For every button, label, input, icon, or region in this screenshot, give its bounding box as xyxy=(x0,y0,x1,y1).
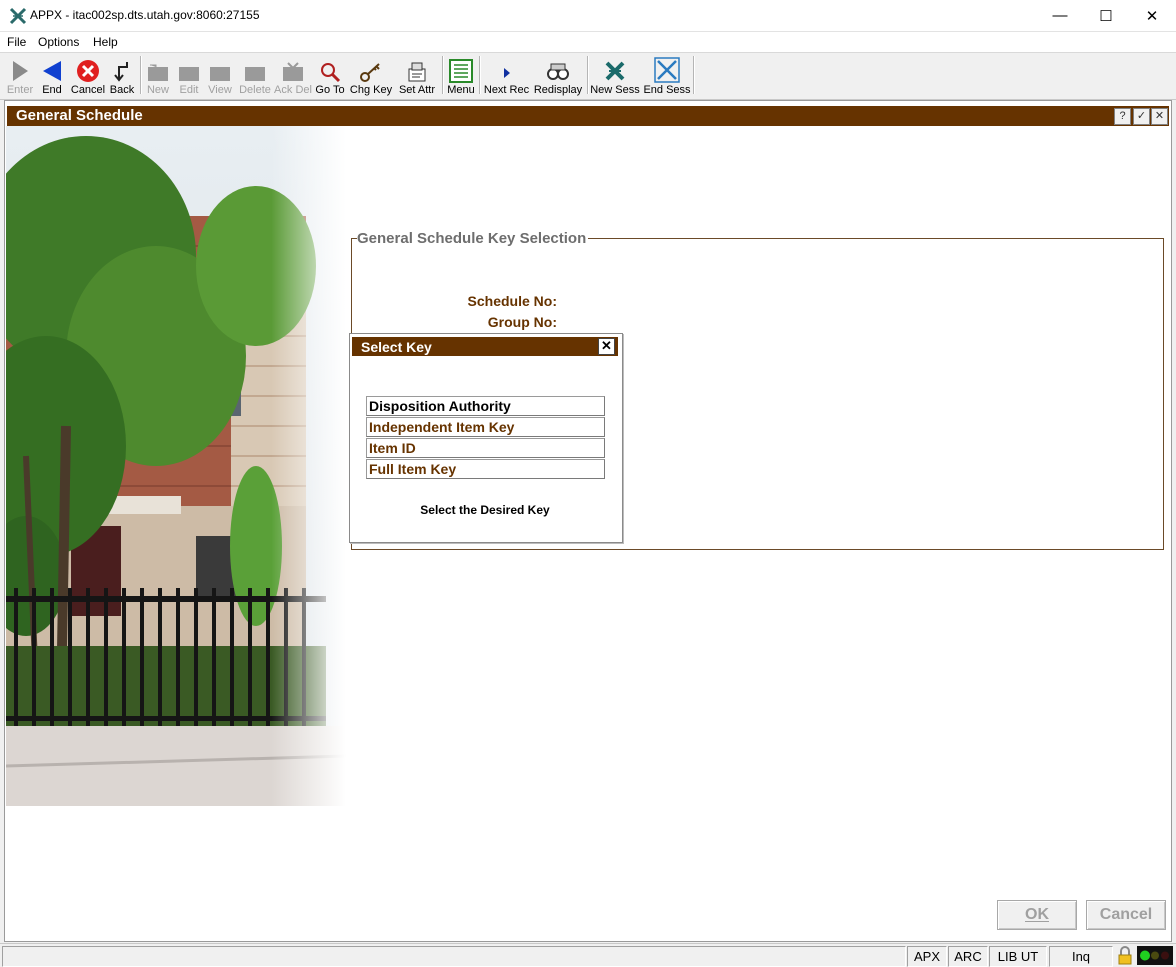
toolbar-separator xyxy=(693,56,695,94)
dialog-title: Select Key xyxy=(361,339,432,355)
maximize-button[interactable]: ☐ xyxy=(1083,0,1129,31)
menu-options[interactable]: Options xyxy=(38,35,79,49)
window-title: APPX - itac002sp.dts.utah.gov:8060:27155 xyxy=(30,8,260,22)
toolbar-separator xyxy=(479,56,481,94)
end-session-icon xyxy=(654,57,680,83)
option-disposition-authority[interactable]: Disposition Authority xyxy=(366,396,605,416)
option-full-item-key[interactable]: Full Item Key xyxy=(366,459,605,479)
new-session-icon xyxy=(605,61,625,81)
back-arrow-icon xyxy=(43,61,61,81)
lock-icon xyxy=(1118,946,1132,965)
play-arrow-icon xyxy=(13,61,28,81)
delete-folder-icon xyxy=(245,67,265,81)
new-sess-button[interactable]: New Sess xyxy=(590,54,640,96)
screen-title: General Schedule xyxy=(16,107,143,124)
edit-button[interactable]: Edit xyxy=(176,54,202,96)
connection-light-icon xyxy=(1137,946,1173,965)
appx-logo-icon xyxy=(9,7,27,25)
new-button[interactable]: New xyxy=(145,54,171,96)
view-button[interactable]: View xyxy=(207,54,233,96)
end-button[interactable]: End xyxy=(38,54,66,96)
menu-list-icon xyxy=(449,59,473,83)
redisplay-button[interactable]: Redisplay xyxy=(534,54,582,96)
screen-header-bar xyxy=(7,106,1169,126)
end-sess-button[interactable]: End Sess xyxy=(643,54,691,96)
minimize-button[interactable]: — xyxy=(1037,0,1083,31)
group-no-label: Group No: xyxy=(487,314,557,330)
enter-button[interactable]: Enter xyxy=(5,54,35,96)
status-arc: ARC xyxy=(948,946,988,967)
building-photo xyxy=(6,126,346,806)
groupbox-title: General Schedule Key Selection xyxy=(357,230,589,247)
status-message-area xyxy=(2,946,906,967)
menu-file[interactable]: File xyxy=(7,35,26,49)
view-folder-icon xyxy=(210,67,230,81)
redisplay-binoculars-icon xyxy=(547,63,569,80)
option-independent-item-key[interactable]: Independent Item Key xyxy=(366,417,605,437)
new-folder-icon xyxy=(148,64,168,81)
toolbar-separator xyxy=(140,56,142,94)
next-arrow-icon xyxy=(503,68,510,78)
accept-button[interactable]: ✓ xyxy=(1133,108,1150,125)
help-button[interactable]: ? xyxy=(1114,108,1131,125)
ack-delete-icon xyxy=(283,62,303,81)
edit-folder-icon xyxy=(179,67,199,81)
toolbar-separator xyxy=(587,56,589,94)
dialog-hint-text: Select the Desired Key xyxy=(420,503,550,517)
close-window-button[interactable]: ✕ xyxy=(1129,0,1175,31)
status-lib: LIB UT xyxy=(989,946,1047,967)
chg-key-button[interactable]: Chg Key xyxy=(350,54,392,96)
ok-button[interactable]: OK xyxy=(997,900,1077,930)
key-icon xyxy=(360,63,380,82)
cancel-button-toolbar[interactable]: Cancel xyxy=(70,54,106,96)
status-apx: APX xyxy=(907,946,947,967)
menu-help[interactable]: Help xyxy=(93,35,118,49)
ack-del-button[interactable]: Ack Del xyxy=(274,54,312,96)
menu-button[interactable]: Menu xyxy=(446,54,476,96)
back-button[interactable]: Back xyxy=(108,54,136,96)
magnifier-icon xyxy=(321,63,341,83)
menu-bar xyxy=(0,32,1176,52)
set-attr-button[interactable]: Set Attr xyxy=(396,54,438,96)
dialog-close-button[interactable]: ✕ xyxy=(598,338,615,355)
next-rec-button[interactable]: Next Rec xyxy=(483,54,530,96)
close-screen-button[interactable]: ✕ xyxy=(1151,108,1168,125)
delete-button[interactable]: Delete xyxy=(237,54,273,96)
cancel-button[interactable]: Cancel xyxy=(1086,900,1166,930)
return-arrow-icon xyxy=(114,62,128,82)
cancel-x-icon xyxy=(77,60,99,82)
toolbar-separator xyxy=(442,56,444,94)
schedule-no-label: Schedule No: xyxy=(467,293,557,309)
set-attributes-icon xyxy=(408,62,426,82)
option-item-id[interactable]: Item ID xyxy=(366,438,605,458)
status-mode: Inq xyxy=(1049,946,1113,967)
goto-button[interactable]: Go To xyxy=(314,54,346,96)
